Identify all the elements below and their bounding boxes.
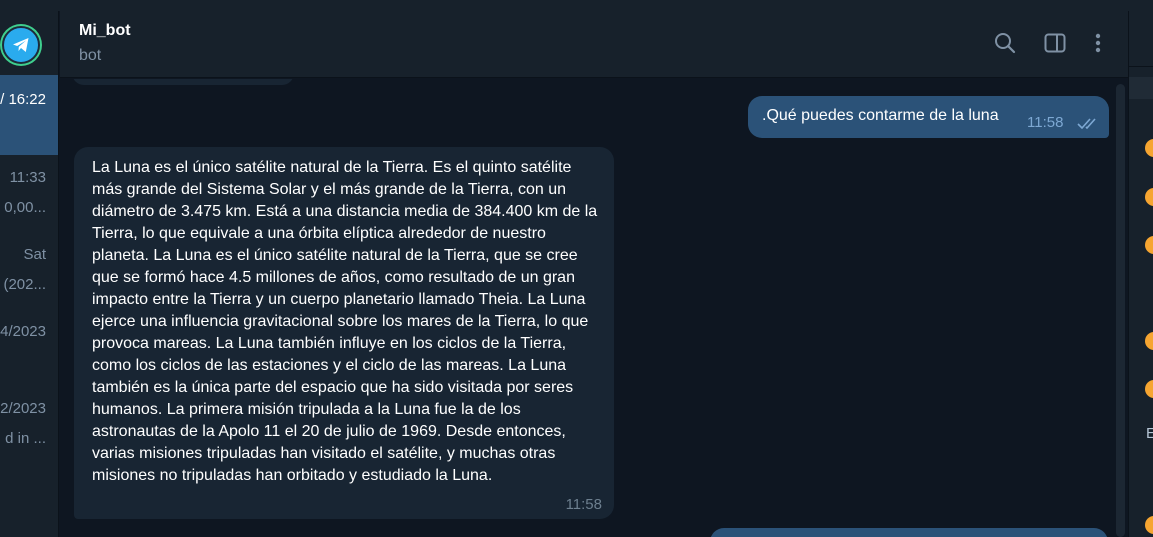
message-time: 11:58 xyxy=(565,496,602,513)
avatar[interactable] xyxy=(1145,139,1153,157)
avatar[interactable] xyxy=(1145,236,1153,254)
chat-list-item-time: / 16:22 xyxy=(0,91,46,108)
outgoing-message[interactable]: .Qué puedes contarme de la luna 11:58 xyxy=(748,96,1109,138)
previous-message-bubble xyxy=(72,79,294,85)
chat-list-item-time: Sat xyxy=(23,246,46,263)
incoming-message[interactable]: La Luna es el único satélite natural de … xyxy=(74,147,614,519)
message-area: .Qué puedes contarme de la luna 11:58 La… xyxy=(60,79,1128,537)
double-check-icon xyxy=(1077,118,1096,129)
telegram-logo-icon[interactable] xyxy=(2,26,40,64)
window-top-strip xyxy=(0,0,1153,11)
message-time: 11:58 xyxy=(1027,114,1064,131)
panel-row-highlight xyxy=(1129,77,1153,99)
avatar[interactable] xyxy=(1145,380,1153,398)
chat-list-item-time: 4/2023 xyxy=(0,323,46,340)
sidebar-toggle-icon[interactable] xyxy=(1043,31,1067,60)
paper-plane-icon xyxy=(13,38,29,52)
chat-list-item-preview: d in ... xyxy=(5,430,46,447)
chat-list-item-preview: (202... xyxy=(3,276,46,293)
chat-list-item-active[interactable] xyxy=(0,75,58,155)
avatar[interactable] xyxy=(1145,516,1153,534)
search-icon[interactable] xyxy=(993,31,1017,60)
chat-list-sidebar: / 16:22 11:33 0,00... Sat (202... 4/2023… xyxy=(0,11,59,537)
chat-subtitle: bot xyxy=(79,47,102,64)
right-panel: E xyxy=(1128,11,1153,537)
divider xyxy=(1129,66,1153,67)
chat-list-item-time: 11:33 xyxy=(9,169,46,186)
message-text: .Qué puedes contarme de la luna xyxy=(762,107,999,124)
more-vertical-icon[interactable] xyxy=(1088,31,1108,60)
avatar[interactable] xyxy=(1145,188,1153,206)
chat-list-item-time: 2/2023 xyxy=(0,400,46,417)
message-text: La Luna es el único satélite natural de … xyxy=(92,159,598,484)
scrollbar-thumb[interactable] xyxy=(1116,84,1125,537)
section-letter: E xyxy=(1146,425,1153,442)
avatar[interactable] xyxy=(1145,332,1153,350)
scrollbar[interactable] xyxy=(1114,80,1126,537)
chat-header: Mi_bot bot xyxy=(60,11,1128,78)
chat-list-item-preview: 0,00... xyxy=(4,199,46,216)
outgoing-message-partial[interactable] xyxy=(710,528,1108,537)
chat-title[interactable]: Mi_bot xyxy=(79,22,131,40)
